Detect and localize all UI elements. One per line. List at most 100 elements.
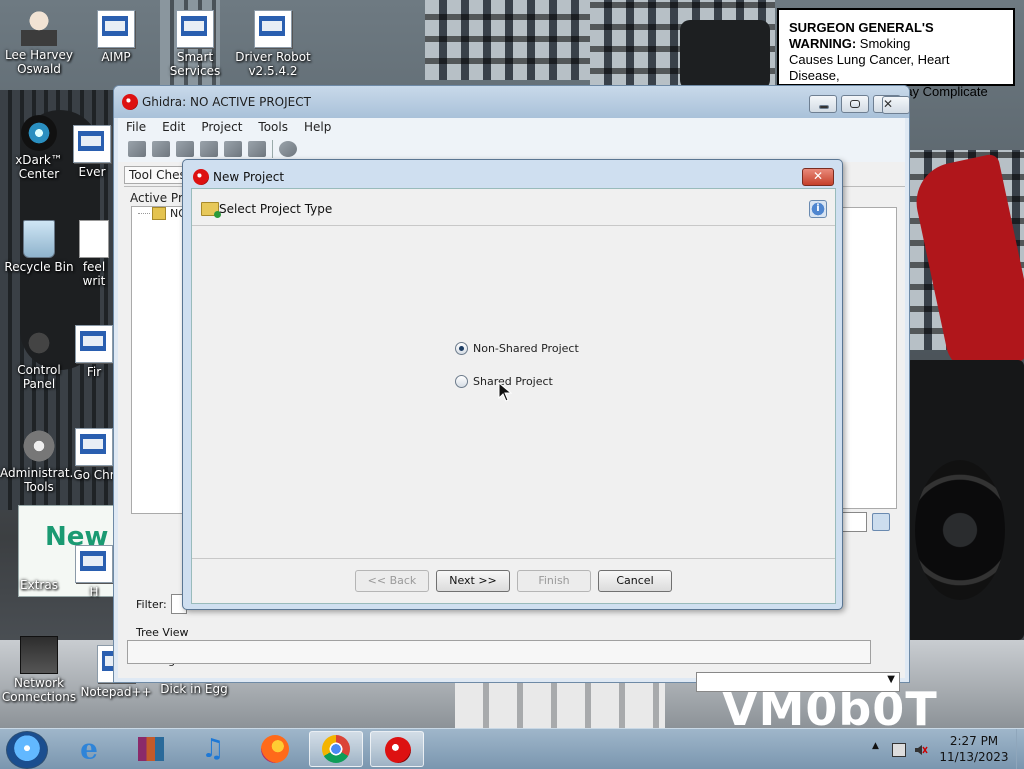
filter-label: Filter: (136, 598, 167, 611)
menu-edit[interactable]: Edit (154, 118, 193, 136)
ghidra-dragon-icon (122, 94, 138, 110)
dialog-title: New Project (213, 170, 285, 184)
wallpaper-figures (455, 682, 665, 730)
maximize-button[interactable] (841, 95, 869, 113)
show-desktop-button[interactable] (1016, 729, 1024, 769)
app-icon (75, 325, 113, 363)
filter-go-icon[interactable] (872, 513, 890, 531)
back-button[interactable]: << Back (355, 570, 429, 592)
app-icon (176, 10, 214, 48)
option-non-shared-project[interactable]: Non-Shared Project (455, 342, 579, 355)
minimize-button[interactable] (809, 95, 837, 113)
tool-icon[interactable] (152, 141, 170, 157)
app-icon (73, 125, 111, 163)
menu-help[interactable]: Help (296, 118, 339, 136)
desktop-icon-dick-in-egg[interactable]: Dick in Egg (155, 682, 233, 696)
warning-line: Causes Lung Cancer, Heart Disease, (789, 52, 950, 83)
ghidra-status-bar (127, 640, 871, 664)
desktop-icon-ever[interactable]: Ever (70, 125, 114, 179)
refresh-icon[interactable] (279, 141, 297, 157)
app-shield-icon (254, 10, 292, 48)
desktop-icon-fir[interactable]: Fir (72, 325, 116, 379)
window-controls: ✕ (809, 95, 910, 114)
chrome-icon (322, 735, 350, 763)
workspace-select[interactable]: ▼ (696, 672, 900, 692)
tool-icon[interactable] (248, 141, 266, 157)
start-button[interactable] (6, 731, 48, 769)
taskbar-internet-explorer[interactable]: e (62, 731, 116, 767)
desktop-icon-control-panel[interactable]: Control Panel (0, 325, 78, 391)
menu-project[interactable]: Project (193, 118, 250, 136)
camera-icon (21, 115, 57, 151)
control-panel-icon (21, 325, 57, 361)
menu-tools[interactable]: Tools (250, 118, 296, 136)
close-button[interactable]: ✕ (873, 95, 910, 114)
network-tray-icon[interactable] (892, 743, 906, 757)
desktop-icon-smart-services[interactable]: Smart Services (156, 10, 234, 78)
dialog-close-button[interactable]: ✕ (802, 168, 834, 186)
desktop-icon-network-connections[interactable]: Network Connections (0, 636, 78, 704)
taskbar-firefox[interactable] (248, 731, 302, 767)
desktop-icon-xdark-center[interactable]: xDark™ Center (0, 115, 78, 181)
folder-icon (152, 207, 166, 220)
show-hidden-icons-icon[interactable]: ▲ (872, 741, 879, 751)
desktop-icon-aimp[interactable]: AIMP (77, 10, 155, 64)
app-icon (75, 428, 113, 466)
warning-line: Smoking (859, 36, 911, 51)
desktop-icon-recycle-bin[interactable]: Recycle Bin (0, 220, 78, 274)
dialog-header: Select Project Type i (192, 189, 835, 226)
next-button[interactable]: Next >> (436, 570, 510, 592)
dialog-footer: << Back Next >> Finish Cancel (192, 558, 835, 603)
firefox-icon (261, 735, 289, 763)
ghidra-menubar: File Edit Project Tools Help (118, 118, 905, 136)
tree-view-tab[interactable]: Tree View (136, 626, 189, 639)
clock-date: 11/13/2023 (939, 750, 1009, 764)
desktop-icon-h[interactable]: H (72, 545, 116, 599)
cancel-button[interactable]: Cancel (598, 570, 672, 592)
music-note-icon: ♫ (201, 734, 225, 764)
network-icon (20, 636, 58, 674)
wallpaper-speaker (905, 360, 1024, 640)
wallpaper-building (425, 0, 590, 80)
ghidra-dragon-icon (193, 169, 209, 185)
desktop-icon-administrative-tools[interactable]: Administrat... Tools (0, 428, 81, 494)
finish-button[interactable]: Finish (517, 570, 591, 592)
chevron-down-icon: ▼ (887, 674, 895, 685)
archive-icon (138, 737, 164, 761)
new-folder-icon (201, 202, 221, 218)
taskbar-winrar[interactable] (124, 731, 178, 767)
system-clock[interactable]: 2:27 PM 11/13/2023 (936, 733, 1012, 765)
internet-explorer-icon: e (80, 732, 98, 766)
radio-non-shared[interactable] (455, 342, 468, 355)
desktop-icon-feel-writ[interactable]: feel writ (72, 220, 116, 288)
project-data-panel (841, 207, 897, 509)
tool-icon[interactable] (200, 141, 218, 157)
desktop-icon-driver-robot[interactable]: Driver Robot v2.5.4.2 (234, 10, 312, 78)
desktop-icon-extras[interactable]: Extras (0, 578, 78, 592)
ghidra-dragon-icon (385, 737, 411, 763)
radio-label: Shared Project (473, 375, 553, 388)
tree-line (138, 213, 150, 215)
desktop-icon-google-chrome[interactable]: Go Chr (72, 428, 116, 482)
taskbar-chrome[interactable] (309, 731, 363, 767)
wallpaper-speaker (680, 20, 770, 90)
tool-icon[interactable] (128, 141, 146, 157)
desktop-icon-lee-harvey-oswald[interactable]: Lee Harvey Oswald (0, 10, 78, 76)
tool-icon[interactable] (176, 141, 194, 157)
radio-shared[interactable] (455, 375, 468, 388)
menu-file[interactable]: File (118, 118, 154, 136)
recycle-bin-icon (23, 220, 55, 258)
volume-muted-icon[interactable] (914, 743, 928, 755)
ghidra-titlebar[interactable]: Ghidra: NO ACTIVE PROJECT ✕ (114, 86, 910, 118)
taskbar-ghidra[interactable] (370, 731, 424, 767)
new-project-dialog[interactable]: New Project ✕ Select Project Type i Non-… (182, 159, 843, 610)
taskbar: e ♫ ▲ 2:27 PM 11/13/2023 (0, 728, 1024, 769)
project-tree[interactable]: NO (131, 206, 187, 514)
filter-input-right[interactable] (841, 512, 867, 532)
step-title: Select Project Type (219, 202, 333, 216)
tool-icon[interactable] (224, 141, 242, 157)
help-icon[interactable]: i (809, 200, 827, 218)
taskbar-media-player[interactable]: ♫ (186, 731, 240, 767)
clock-time: 2:27 PM (949, 734, 999, 748)
dialog-titlebar[interactable]: New Project ✕ (183, 160, 842, 190)
